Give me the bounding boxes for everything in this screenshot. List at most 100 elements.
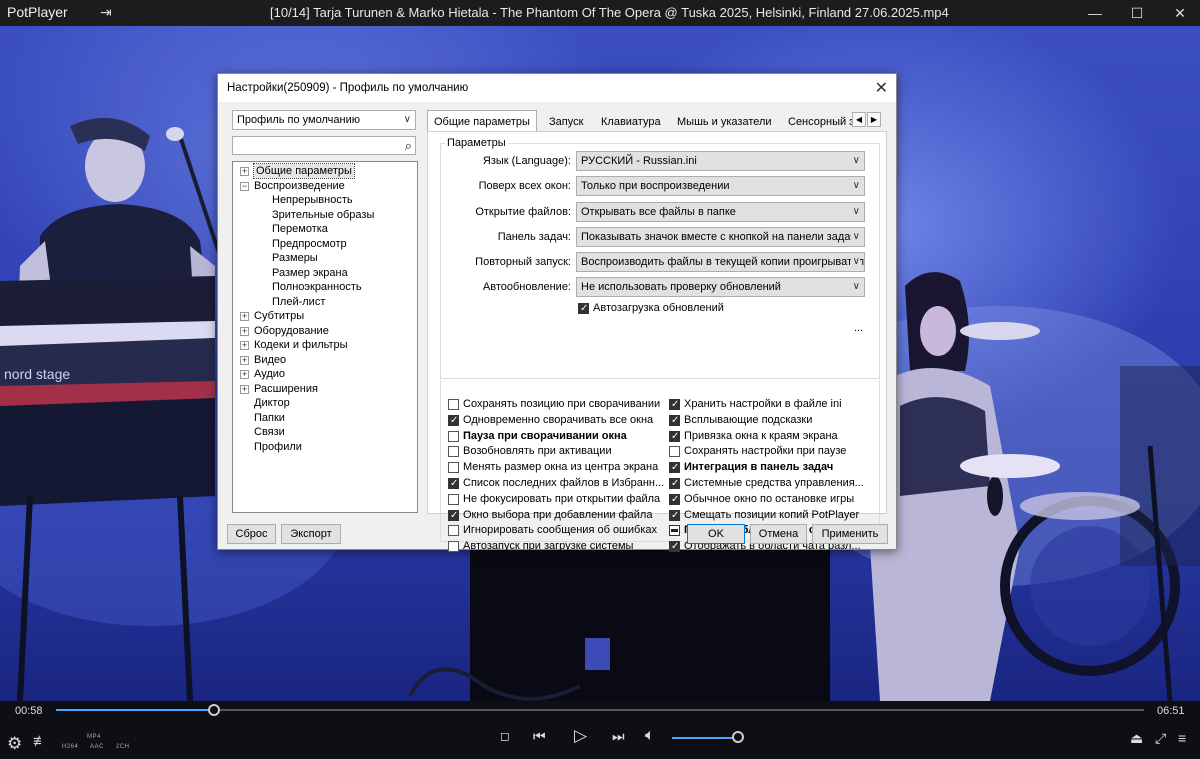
profile-select[interactable]: Профиль по умолчанию ∨ — [232, 110, 416, 130]
checkbox-box[interactable] — [448, 493, 459, 505]
stop-icon[interactable]: ◻ — [500, 729, 510, 743]
tree-item[interactable]: Предпросмотр — [272, 237, 347, 251]
checkbox-box[interactable] — [669, 430, 680, 443]
current-time[interactable]: 00:58 — [15, 705, 43, 717]
volume-icon[interactable]: 🔈︎ — [645, 727, 655, 745]
tree-item[interactable]: Папки — [254, 411, 285, 425]
seek-bar[interactable] — [56, 704, 1144, 716]
checkbox-box[interactable] — [669, 509, 680, 522]
title-bar[interactable]: PotPlayer ⇥ [10/14] Tarja Turunen & Mark… — [0, 0, 1200, 26]
tree-item[interactable]: Перемотка — [272, 222, 328, 236]
tree-item[interactable]: Аудио — [254, 367, 285, 381]
checkbox-box[interactable] — [448, 541, 459, 553]
close-button[interactable]: ✕ — [1160, 0, 1200, 26]
open-files-select[interactable]: Открывать все файлы в папке ∨ — [576, 202, 865, 222]
tree-item[interactable]: Диктор — [254, 396, 290, 410]
autoupdate-select[interactable]: Не использовать проверку обновлений ∨ — [576, 277, 865, 297]
always-on-top-select[interactable]: Только при воспроизведении ∨ — [576, 176, 865, 196]
app-name[interactable]: PotPlayer — [7, 4, 68, 20]
maximize-button[interactable]: ☐ — [1117, 0, 1157, 26]
checkbox-box[interactable] — [669, 414, 680, 427]
tree-item[interactable]: Видео — [254, 353, 286, 367]
tree-item[interactable]: Расширения — [254, 382, 318, 396]
tab-touch[interactable]: Сенсорный э — [782, 112, 852, 132]
tab-mouse[interactable]: Мышь и указатели — [671, 112, 778, 132]
expand-icon[interactable]: + — [240, 370, 249, 379]
apply-button[interactable]: Применить — [812, 524, 888, 544]
checkbox-box[interactable] — [448, 446, 459, 458]
checkbox-box[interactable] — [669, 540, 680, 553]
settings-tree[interactable]: + Общие параметры − Воспроизведение Непрерыв… — [232, 161, 418, 513]
tree-item[interactable]: Плей-лист — [272, 295, 325, 309]
checkbox-box[interactable] — [448, 477, 459, 490]
tree-item[interactable]: Оборудование — [254, 324, 329, 338]
tree-item[interactable]: Субтитры — [254, 309, 304, 323]
tab-general[interactable]: Общие параметры — [427, 110, 537, 132]
option-label: Сохранять позицию при сворачивании — [463, 398, 661, 410]
language-label: Язык (Language): — [482, 155, 571, 167]
expand-icon[interactable]: + — [240, 167, 249, 176]
checkbox-box[interactable] — [448, 509, 459, 522]
settings-gear-icon[interactable]: ⚙ — [7, 734, 22, 754]
next-icon[interactable]: ⏭ — [612, 728, 625, 745]
tree-item[interactable]: Общие параметры — [253, 163, 355, 179]
relaunch-label: Повторный запуск: — [475, 256, 571, 268]
volume-slider-thumb[interactable] — [732, 731, 744, 743]
dialog-title-bar[interactable]: Настройки(250909) - Профиль по умолчанию… — [218, 74, 896, 102]
equalizer-icon[interactable]: ≢ — [33, 733, 48, 750]
tree-item[interactable]: Полноэкранность — [272, 280, 362, 294]
seek-bar-thumb[interactable] — [207, 704, 220, 716]
chevron-down-icon: ∨ — [850, 256, 860, 267]
tree-item[interactable]: Профили — [254, 440, 302, 454]
taskbar-select[interactable]: Показывать значок вместе с кнопкой на па… — [576, 227, 865, 247]
total-time[interactable]: 06:51 — [1157, 705, 1185, 717]
pin-icon[interactable]: ⇥ — [100, 4, 112, 21]
search-icon[interactable]: ⌕ — [405, 138, 412, 154]
expand-icon[interactable]: + — [240, 355, 249, 365]
settings-search-input[interactable]: ⌕ — [232, 136, 416, 155]
tree-item[interactable]: Размеры — [272, 251, 318, 265]
checkbox-box[interactable] — [448, 462, 459, 474]
more-options-button[interactable]: ... — [854, 322, 863, 334]
export-button[interactable]: Экспорт — [281, 524, 341, 544]
cancel-button[interactable]: Отмена — [750, 524, 807, 544]
checkbox-box[interactable] — [669, 398, 680, 411]
checkbox-box[interactable] — [448, 525, 459, 537]
tab-startup[interactable]: Запуск — [543, 112, 589, 132]
checkbox-box[interactable] — [448, 430, 459, 442]
checkbox-box[interactable] — [669, 493, 680, 506]
volume-slider[interactable] — [672, 737, 738, 739]
reset-button[interactable]: Сброс — [227, 524, 276, 544]
tree-item[interactable]: Связи — [254, 425, 285, 439]
checkbox-box[interactable] — [669, 477, 680, 490]
eject-icon[interactable]: ⏏ — [1130, 730, 1143, 747]
expand-icon[interactable]: + — [240, 341, 249, 350]
expand-icon[interactable]: + — [240, 312, 249, 321]
expand-icon[interactable]: + — [240, 384, 249, 394]
relaunch-select[interactable]: Воспроизводить файлы в текущей копии про… — [576, 252, 865, 272]
tab-keyboard[interactable]: Клавиатура — [595, 112, 667, 132]
tree-item[interactable]: Кодеки и фильтры — [254, 338, 348, 352]
tree-item[interactable]: Непрерывность — [272, 193, 353, 207]
tree-item[interactable]: Зрительные образы — [272, 208, 374, 222]
language-select[interactable]: РУССКИЙ - Russian.ini ∨ — [576, 151, 865, 171]
menu-icon[interactable]: ≡ — [1178, 730, 1186, 746]
dialog-close-icon[interactable]: ✕ — [875, 78, 888, 98]
tree-item[interactable]: Размер экрана — [272, 266, 348, 280]
previous-icon[interactable]: ⏮ — [533, 728, 546, 745]
checkbox-box[interactable] — [448, 399, 459, 410]
checkbox-box[interactable] — [669, 446, 680, 458]
checkbox-box[interactable] — [448, 414, 459, 427]
checkbox-box[interactable] — [669, 525, 680, 537]
checkbox-box[interactable] — [578, 302, 589, 315]
minimize-button[interactable]: — — [1075, 0, 1115, 26]
fullscreen-icon[interactable]: ⤢ — [1155, 730, 1166, 747]
collapse-icon[interactable]: − — [240, 181, 249, 191]
tab-scroll-right-icon[interactable]: ▶ — [867, 112, 881, 127]
checkbox-box[interactable] — [669, 461, 680, 474]
expand-icon[interactable]: + — [240, 326, 249, 336]
play-icon[interactable]: ▷ — [574, 726, 587, 746]
tab-scroll-left-icon[interactable]: ◀ — [852, 112, 866, 127]
ok-button[interactable]: OK — [687, 524, 745, 544]
tree-item[interactable]: Воспроизведение — [254, 179, 345, 193]
